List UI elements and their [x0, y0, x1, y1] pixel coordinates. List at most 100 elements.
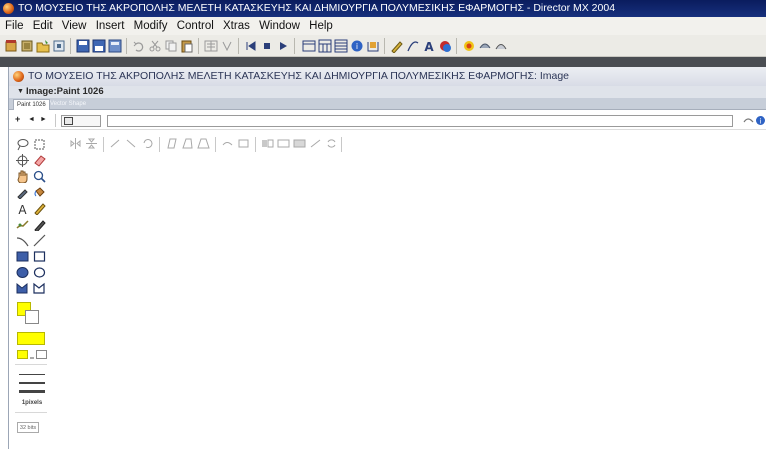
stop-icon[interactable] — [260, 39, 274, 53]
menu-modify[interactable]: Modify — [131, 17, 171, 35]
find-icon[interactable] — [204, 39, 218, 53]
copy-icon[interactable] — [164, 39, 178, 53]
lighten-icon[interactable] — [277, 137, 290, 150]
eyedropper-icon[interactable] — [16, 186, 29, 199]
open-icon[interactable] — [36, 39, 50, 53]
menu-view[interactable]: View — [59, 17, 90, 35]
publish-icon[interactable] — [108, 39, 122, 53]
paint-canvas[interactable] — [61, 155, 761, 445]
save-icon[interactable] — [76, 39, 90, 53]
panel-divider — [9, 129, 766, 130]
gradient-left-color[interactable] — [17, 350, 28, 359]
filled-polygon-icon[interactable] — [16, 282, 29, 295]
exchange-cast-icon[interactable] — [220, 39, 234, 53]
filled-rectangle-icon[interactable] — [16, 250, 29, 263]
cast-window-icon[interactable] — [318, 39, 332, 53]
control-panel-icon[interactable] — [478, 39, 492, 53]
property-inspector-icon[interactable]: i — [350, 39, 364, 53]
palette-divider — [15, 364, 47, 365]
play-icon[interactable] — [276, 39, 290, 53]
collapse-arrow-icon[interactable]: ▼ — [17, 86, 24, 98]
undo-icon[interactable] — [132, 39, 146, 53]
stage-window-icon[interactable] — [302, 39, 316, 53]
air-brush-icon[interactable] — [16, 218, 29, 231]
eraser-icon[interactable] — [33, 154, 46, 167]
fill-icon[interactable] — [309, 137, 322, 150]
menu-xtras[interactable]: Xtras — [220, 17, 253, 35]
image-window-title-bar[interactable]: ΤΟ ΜΟΥΣΕΙΟ ΤΗΣ ΑΚΡΟΠΟΛΗΣ ΜΕΛΕΤΗ ΚΑΤΑΣΚΕΥ… — [9, 67, 766, 86]
menu-edit[interactable]: Edit — [30, 17, 56, 35]
cast-member-number-field[interactable] — [61, 115, 101, 127]
rectangle-icon[interactable] — [33, 250, 46, 263]
previous-member-button[interactable]: ◄ — [28, 116, 35, 123]
line-weight-thick[interactable] — [19, 390, 45, 393]
marquee-icon[interactable] — [33, 138, 46, 151]
line-icon[interactable] — [33, 234, 46, 247]
shockwave-icon[interactable] — [494, 39, 508, 53]
background-color-chip[interactable] — [25, 310, 39, 324]
tab-vector-shape[interactable]: Vector Shape — [47, 99, 89, 110]
rotate-right-icon[interactable] — [125, 137, 138, 150]
add-member-button[interactable]: + — [15, 114, 20, 124]
zoom-icon[interactable] — [33, 170, 46, 183]
score-window-icon[interactable] — [334, 39, 348, 53]
lasso-icon[interactable] — [16, 138, 29, 151]
registration-point-icon[interactable] — [16, 154, 29, 167]
gradient-start-color[interactable] — [17, 332, 45, 345]
perspective-icon[interactable] — [197, 137, 210, 150]
skew-icon[interactable] — [165, 137, 178, 150]
next-member-button[interactable]: ► — [40, 116, 47, 123]
info-icon[interactable]: i — [755, 115, 766, 126]
polygon-icon[interactable] — [33, 282, 46, 295]
menu-file[interactable]: File — [2, 17, 27, 35]
text-tool-icon[interactable]: A — [16, 202, 29, 215]
line-weight-medium[interactable] — [19, 382, 45, 384]
cast-member-name-field[interactable] — [107, 115, 733, 127]
trace-edges-icon[interactable] — [237, 137, 250, 150]
hand-icon[interactable] — [16, 170, 29, 183]
color-depth-field[interactable]: 32 bits — [17, 422, 39, 433]
rotate-left-icon[interactable] — [109, 137, 122, 150]
director-app-icon[interactable] — [3, 3, 14, 14]
tab-paint[interactable]: Paint 1026 — [13, 99, 50, 110]
library-palette-icon[interactable] — [366, 39, 380, 53]
warp-icon[interactable] — [181, 137, 194, 150]
paste-icon[interactable] — [180, 39, 194, 53]
line-weight-thin[interactable] — [19, 374, 45, 375]
arc-icon[interactable] — [16, 234, 29, 247]
pencil-icon[interactable] — [33, 202, 46, 215]
switch-colors-icon[interactable] — [325, 137, 338, 150]
flip-horizontal-icon[interactable] — [69, 137, 82, 150]
filled-ellipse-icon[interactable] — [16, 266, 29, 279]
new-movie-icon[interactable] — [4, 39, 18, 53]
paint-window-icon[interactable] — [390, 39, 404, 53]
menu-window[interactable]: Window — [256, 17, 303, 35]
script-icon[interactable] — [743, 115, 754, 126]
paint-tool-palette: A 1pixels 32 bits — [9, 130, 58, 449]
brush-icon[interactable] — [33, 218, 46, 231]
text-window-icon[interactable]: A — [422, 39, 436, 53]
save-all-icon[interactable] — [92, 39, 106, 53]
smooth-icon[interactable] — [221, 137, 234, 150]
darken-icon[interactable] — [293, 137, 306, 150]
image-window: ΤΟ ΜΟΥΣΕΙΟ ΤΗΣ ΑΚΡΟΠΟΛΗΣ ΜΕΛΕΤΗ ΚΑΤΑΣΚΕΥ… — [8, 67, 766, 449]
paint-panel-header[interactable]: ▼ Image:Paint 1026 — [9, 86, 766, 98]
script-window-icon[interactable] — [438, 39, 452, 53]
cut-icon[interactable] — [148, 39, 162, 53]
menu-help[interactable]: Help — [306, 17, 336, 35]
vector-shape-icon[interactable] — [406, 39, 420, 53]
menu-control[interactable]: Control — [174, 17, 217, 35]
menu-insert[interactable]: Insert — [93, 17, 128, 35]
invert-icon[interactable] — [261, 137, 274, 150]
free-rotate-icon[interactable] — [141, 137, 154, 150]
paint-member-icon — [64, 117, 73, 125]
paint-bucket-icon[interactable] — [33, 186, 46, 199]
import-icon[interactable] — [52, 39, 66, 53]
rewind-icon[interactable] — [244, 39, 258, 53]
line-weight-label[interactable]: 1pixels — [16, 400, 48, 406]
gradient-right-color[interactable] — [36, 350, 47, 359]
flip-vertical-icon[interactable] — [85, 137, 98, 150]
ellipse-icon[interactable] — [33, 266, 46, 279]
message-window-icon[interactable] — [462, 39, 476, 53]
new-cast-icon[interactable] — [20, 39, 34, 53]
